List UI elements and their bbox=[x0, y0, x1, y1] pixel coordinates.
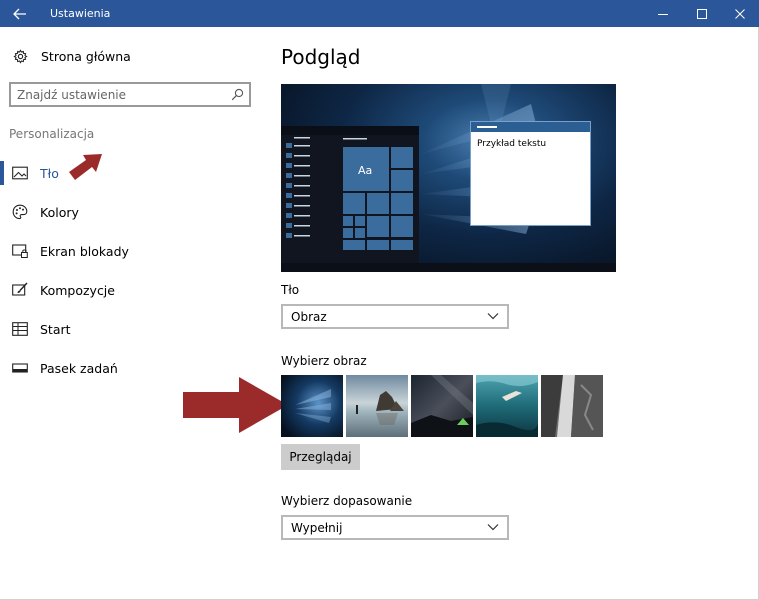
picture-icon bbox=[12, 165, 28, 181]
wallpaper-thumbnail-underwater[interactable] bbox=[476, 375, 538, 437]
title-bar: Ustawienia bbox=[0, 0, 759, 27]
beach-rocks-image bbox=[346, 375, 408, 437]
close-button[interactable] bbox=[721, 0, 759, 27]
sidebar-item-colors[interactable]: Kolory bbox=[0, 200, 260, 224]
wallpaper-thumbnail-beach[interactable] bbox=[346, 375, 408, 437]
app-title: Ustawienia bbox=[50, 7, 111, 20]
sidebar-item-label: Start bbox=[40, 321, 71, 337]
sample-window-preview: Przykład tekstu bbox=[470, 121, 591, 226]
active-indicator bbox=[0, 161, 4, 185]
chevron-down-icon bbox=[487, 524, 499, 531]
sidebar-item-label: Pasek zadań bbox=[40, 360, 118, 376]
desktop-preview: Aa Przykład tekstu bbox=[281, 84, 616, 272]
windows-light-image bbox=[281, 375, 343, 437]
page-title: Podgląd bbox=[281, 45, 361, 69]
search-box[interactable] bbox=[9, 82, 251, 107]
minimize-button[interactable] bbox=[644, 0, 682, 27]
sidebar-item-label: Kompozycje bbox=[40, 282, 115, 298]
background-label: Tło bbox=[281, 283, 300, 297]
start-menu-tiles: Aa bbox=[286, 137, 413, 250]
background-value: Obraz bbox=[291, 310, 327, 324]
annotation-arrow-big bbox=[183, 377, 288, 433]
choose-image-label: Wybierz obraz bbox=[281, 354, 367, 368]
background-dropdown[interactable]: Obraz bbox=[281, 304, 509, 329]
palette-icon bbox=[12, 204, 28, 220]
sidebar-item-start[interactable]: Start bbox=[0, 317, 260, 341]
gear-icon bbox=[12, 48, 28, 64]
underwater-swimmer-image bbox=[476, 375, 538, 437]
back-arrow-icon bbox=[13, 8, 26, 19]
sidebar-item-themes[interactable]: Kompozycje bbox=[0, 278, 260, 302]
sidebar-item-label: Tło bbox=[40, 165, 59, 181]
sidebar-item-background[interactable]: Tło bbox=[0, 161, 260, 185]
wallpaper-thumbnail-windows[interactable] bbox=[281, 375, 343, 437]
sample-text: Przykład tekstu bbox=[477, 139, 547, 149]
lock-screen-icon bbox=[12, 243, 28, 259]
close-icon bbox=[735, 8, 745, 19]
home-nav-item[interactable]: Strona główna bbox=[12, 46, 131, 66]
home-label: Strona główna bbox=[41, 48, 131, 64]
taskbar-preview bbox=[281, 263, 616, 272]
fit-value: Wypełnij bbox=[291, 521, 343, 535]
browse-button[interactable]: Przeglądaj bbox=[281, 444, 360, 470]
night-sky-tent-image bbox=[411, 375, 473, 437]
search-input[interactable] bbox=[17, 87, 227, 103]
chevron-down-icon bbox=[487, 313, 499, 320]
sidebar-item-label: Ekran blokady bbox=[40, 243, 129, 259]
wallpaper-thumbnail-waterfall[interactable] bbox=[541, 375, 603, 437]
maximize-icon bbox=[697, 8, 707, 19]
back-button[interactable] bbox=[0, 0, 40, 27]
search-icon[interactable] bbox=[231, 88, 244, 106]
section-heading: Personalizacja bbox=[9, 127, 95, 141]
taskbar-icon bbox=[12, 360, 28, 376]
fit-label: Wybierz dopasowanie bbox=[281, 494, 413, 508]
start-menu-preview: Aa bbox=[281, 126, 419, 263]
rock-waterfall-image bbox=[541, 375, 603, 437]
fit-dropdown[interactable]: Wypełnij bbox=[281, 515, 509, 540]
brush-icon bbox=[12, 282, 28, 298]
start-tiles-icon bbox=[12, 321, 28, 337]
maximize-button[interactable] bbox=[683, 0, 721, 27]
annotation-arrow-small bbox=[69, 154, 102, 180]
sidebar-item-lock-screen[interactable]: Ekran blokady bbox=[0, 239, 260, 263]
sidebar-item-label: Kolory bbox=[40, 204, 79, 220]
minimize-icon bbox=[658, 13, 668, 15]
wallpaper-thumbnail-night-sky[interactable] bbox=[411, 375, 473, 437]
tile-label: Aa bbox=[358, 164, 372, 177]
